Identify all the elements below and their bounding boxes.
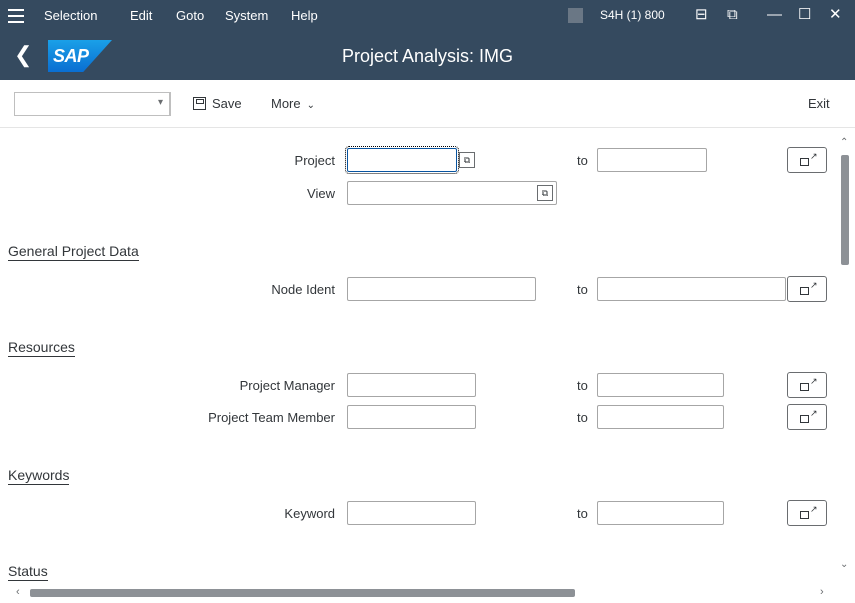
chevron-down-icon[interactable]: ▾ (158, 97, 163, 108)
menu-selection[interactable]: Selection (44, 8, 97, 23)
multiple-selection-icon (800, 415, 809, 423)
menu-icon[interactable] (8, 9, 24, 23)
menu-goto[interactable]: Goto (176, 8, 204, 23)
to-label: to (577, 153, 588, 168)
arrow-icon: ↗ (810, 408, 818, 418)
project-label: Project (294, 153, 335, 168)
project-team-member-from-field[interactable] (347, 405, 476, 429)
node-ident-from-field[interactable] (347, 277, 536, 301)
chevron-down-icon: ⌄ (306, 100, 316, 111)
arrow-icon: ↗ (810, 280, 818, 290)
page-title: Project Analysis: IMG (341, 46, 514, 66)
project-team-member-label: Project Team Member (208, 410, 335, 425)
chevron-right-icon[interactable]: › (820, 586, 824, 598)
save-button[interactable]: Save (193, 96, 242, 111)
horizontal-scroll-thumb[interactable] (30, 589, 575, 597)
menu-edit[interactable]: Edit (130, 8, 152, 23)
arrow-icon: ↗ (810, 504, 818, 514)
system-status-icon[interactable] (568, 8, 583, 23)
horizontal-scrollbar[interactable]: ‹ › (0, 584, 855, 603)
view-field[interactable] (347, 181, 557, 205)
project-manager-label: Project Manager (239, 378, 335, 393)
project-team-member-to-field[interactable] (597, 405, 724, 429)
project-from-field[interactable] (345, 146, 459, 174)
to-label: to (577, 506, 588, 521)
node-ident-label: Node Ident (271, 282, 335, 297)
to-label: to (577, 378, 588, 393)
menu-system[interactable]: System (225, 8, 268, 23)
project-manager-to-field[interactable] (597, 373, 724, 397)
keyword-label: Keyword (284, 506, 335, 521)
value-help-icon[interactable]: ⧉ (537, 185, 553, 201)
to-label: to (577, 410, 588, 425)
value-help-icon[interactable]: ⧉ (459, 152, 475, 168)
close-icon[interactable]: ✕ (829, 6, 842, 24)
exit-button[interactable]: Exit (808, 96, 830, 111)
multiple-selection-button[interactable]: ↗ (787, 404, 827, 430)
chevron-up-icon[interactable]: ⌃ (840, 137, 848, 148)
node-ident-to-field[interactable] (597, 277, 786, 301)
toolbar-divider (170, 92, 171, 116)
multiple-selection-icon (800, 287, 809, 295)
view-label: View (307, 186, 335, 201)
multiple-selection-icon (800, 511, 809, 519)
save-icon (193, 97, 206, 110)
minimize-icon[interactable]: — (767, 6, 782, 24)
chevron-left-icon[interactable]: ‹ (16, 586, 20, 598)
title-bar: ❮ SAP Project Analysis: IMG (0, 32, 855, 80)
new-window-icon[interactable]: ⧉ (727, 6, 738, 24)
multiple-selection-icon (800, 158, 809, 166)
section-keywords: Keywords (8, 467, 70, 485)
keyword-to-field[interactable] (597, 501, 724, 525)
to-label: to (577, 282, 588, 297)
multiple-selection-button[interactable]: ↗ (787, 372, 827, 398)
multiple-selection-button[interactable]: ↗ (787, 276, 827, 302)
vertical-scroll-thumb[interactable] (841, 155, 849, 265)
system-info: S4H (1) 800 (600, 8, 665, 22)
maximize-icon[interactable]: ☐ (798, 6, 811, 24)
keyword-from-field[interactable] (347, 501, 476, 525)
command-input[interactable] (19, 93, 149, 115)
section-resources: Resources (8, 339, 75, 357)
section-status: Status (8, 563, 48, 581)
menu-bar: Selection Edit Goto System Help S4H (1) … (0, 0, 855, 32)
vertical-scrollbar[interactable]: ⌃ ⌄ (835, 129, 855, 584)
command-field[interactable]: ▾ (14, 92, 170, 116)
project-manager-from-field[interactable] (347, 373, 476, 397)
more-label: More (271, 96, 301, 111)
arrow-icon: ↗ (810, 151, 818, 161)
save-label: Save (212, 96, 242, 111)
multiple-selection-icon (800, 383, 809, 391)
chevron-down-icon[interactable]: ⌄ (840, 559, 848, 570)
multiple-selection-button[interactable]: ↗ (787, 147, 827, 173)
project-to-field[interactable] (597, 148, 707, 172)
layout-icon[interactable]: ⊟ (695, 6, 708, 24)
application-toolbar: ▾ Save More ⌄ Exit (0, 80, 855, 128)
menu-help[interactable]: Help (291, 8, 318, 23)
arrow-icon: ↗ (810, 376, 818, 386)
selection-screen: Project ⧉ to ↗ View ⧉ General Project Da… (0, 129, 835, 584)
multiple-selection-button[interactable]: ↗ (787, 500, 827, 526)
more-button[interactable]: More ⌄ (271, 96, 315, 111)
section-general-project-data: General Project Data (8, 243, 139, 261)
